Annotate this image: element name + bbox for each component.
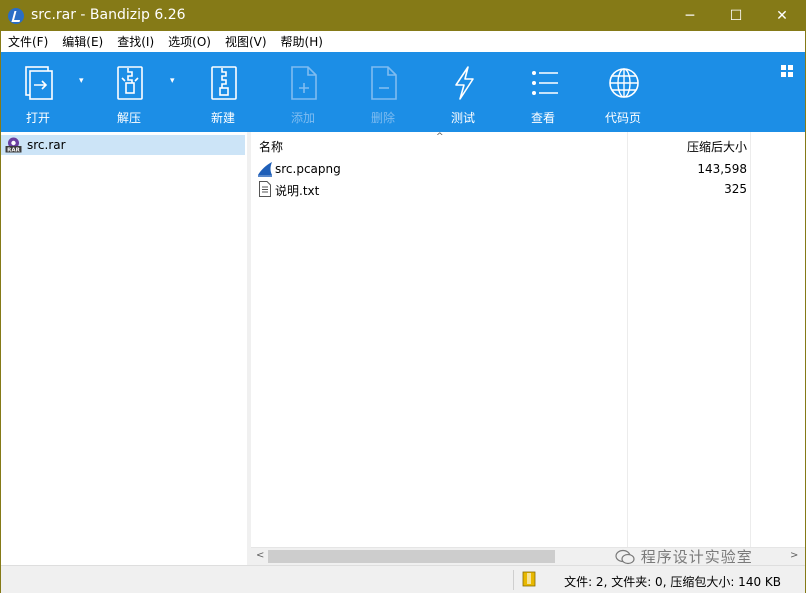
file-packed-size: 143,598: [697, 162, 747, 176]
file-row[interactable]: 说明.txt 325: [251, 179, 805, 199]
status-text: 文件: 2, 文件夹: 0, 压缩包大小: 140 KB: [564, 575, 781, 589]
list-view-icon: [532, 71, 558, 95]
add-button-label: 添加: [290, 111, 315, 125]
menu-view[interactable]: 视图(V): [218, 33, 274, 50]
sort-ascending-icon: ^: [436, 132, 444, 142]
watermark: 程序设计实验室: [615, 546, 753, 567]
open-button-label: 打开: [25, 111, 50, 125]
codepage-button[interactable]: 代码页: [592, 52, 654, 132]
file-packed-size: 325: [724, 182, 747, 196]
watermark-text: 程序设计实验室: [640, 548, 753, 566]
scrollbar-thumb[interactable]: [268, 550, 555, 563]
status-bar: 文件: 2, 文件夹: 0, 压缩包大小: 140 KB: [1, 565, 805, 593]
new-archive-button-label: 新建: [210, 111, 235, 125]
lightning-icon: [455, 66, 474, 100]
test-button-label: 测试: [450, 111, 475, 125]
scroll-right-icon[interactable]: >: [790, 550, 798, 561]
minimize-button[interactable]: ─: [667, 1, 713, 31]
wechat-icon: [615, 549, 635, 565]
svg-text:RAR: RAR: [7, 148, 20, 154]
bandizip-app-icon[interactable]: [8, 8, 24, 24]
file-row[interactable]: src.pcapng 143,598: [251, 159, 805, 179]
column-header-packed-size[interactable]: 压缩后大小: [687, 138, 747, 155]
delete-button-label: 删除: [370, 111, 395, 125]
extract-button[interactable]: 解压: [98, 52, 160, 132]
add-button[interactable]: 添加: [272, 52, 334, 132]
menu-options[interactable]: 选项(O): [161, 33, 218, 50]
status-divider: [513, 570, 514, 590]
view-button[interactable]: 查看: [512, 52, 574, 132]
archive-tree-panel: RAR src.rar: [1, 132, 248, 565]
menu-file[interactable]: 文件(F): [1, 33, 55, 50]
menu-help[interactable]: 帮助(H): [274, 33, 330, 50]
file-name: 说明.txt: [275, 184, 320, 198]
title-bar[interactable]: src.rar - Bandizip 6.26 ─ ☐ ✕: [1, 1, 805, 31]
open-dropdown-icon[interactable]: ▾: [79, 76, 84, 86]
tree-item-src-rar[interactable]: RAR src.rar: [1, 135, 245, 155]
menu-find[interactable]: 查找(I): [110, 33, 161, 50]
menu-edit[interactable]: 编辑(E): [55, 33, 110, 50]
archive-lock-icon: [522, 571, 536, 587]
window-title: src.rar - Bandizip 6.26: [31, 7, 186, 23]
layout-toggle-icon[interactable]: [781, 65, 793, 77]
file-list-panel: ^ 名称 压缩后大小 src.pcapng 143,598 说明.txt 325…: [251, 132, 805, 565]
wireshark-fin-icon: [258, 162, 272, 177]
globe-icon: [609, 68, 639, 98]
column-header-name[interactable]: 名称: [259, 138, 283, 155]
delete-button[interactable]: 删除: [352, 52, 414, 132]
new-archive-button[interactable]: 新建: [192, 52, 254, 132]
new-archive-icon: [211, 66, 237, 100]
rar-archive-icon: RAR: [5, 137, 22, 153]
maximize-button[interactable]: ☐: [713, 1, 759, 31]
codepage-button-label: 代码页: [604, 111, 641, 125]
add-file-icon: [291, 66, 317, 100]
text-file-icon: [259, 181, 271, 197]
open-file-icon: [25, 66, 53, 100]
open-button[interactable]: 打开: [7, 52, 69, 132]
scroll-left-icon[interactable]: <: [256, 550, 264, 561]
file-name: src.pcapng: [275, 162, 341, 176]
view-button-label: 查看: [530, 111, 555, 125]
app-window: src.rar - Bandizip 6.26 ─ ☐ ✕ 文件(F) 编辑(E…: [0, 0, 806, 593]
extract-zipper-icon: [117, 66, 143, 100]
toolbar: 打开 ▾ 解压 ▾ 新建 添加 删除 测试 查看 代码页: [1, 52, 805, 132]
delete-file-icon: [371, 66, 397, 100]
test-button[interactable]: 测试: [432, 52, 494, 132]
menu-bar: 文件(F) 编辑(E) 查找(I) 选项(O) 视图(V) 帮助(H): [1, 31, 805, 52]
extract-button-label: 解压: [116, 111, 141, 125]
extract-dropdown-icon[interactable]: ▾: [170, 76, 175, 86]
tree-item-label: src.rar: [27, 138, 66, 152]
close-button[interactable]: ✕: [759, 1, 805, 31]
